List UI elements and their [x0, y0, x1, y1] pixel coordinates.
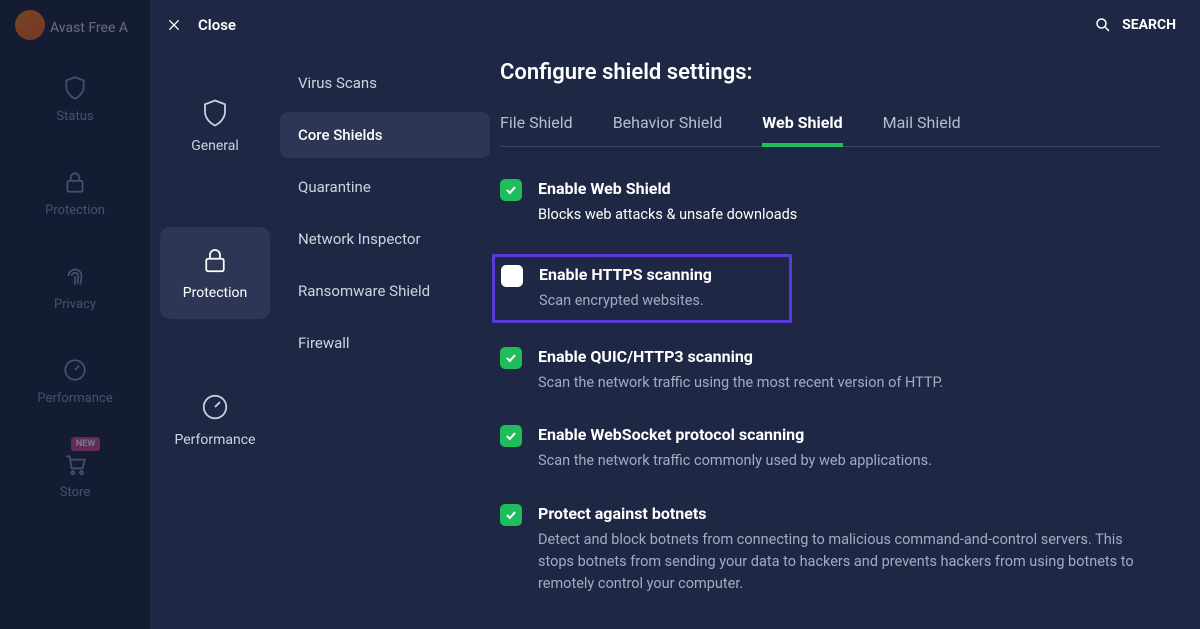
app-title: Avast Free A [50, 20, 128, 36]
option-enable-web-shield: Enable Web Shield Blocks web attacks & u… [500, 175, 1160, 230]
submenu-network-inspector[interactable]: Network Inspector [280, 216, 490, 262]
option-title: Enable HTTPS scanning [539, 265, 712, 284]
search-button[interactable]: SEARCH [1094, 16, 1176, 34]
check-icon [504, 508, 518, 522]
option-desc: Detect and block botnets from connecting… [538, 529, 1158, 594]
settings-content: Configure shield settings: File Shield B… [490, 0, 1200, 629]
nav-privacy[interactable]: Privacy [54, 263, 96, 312]
tab-file-shield[interactable]: File Shield [500, 113, 573, 146]
section-general[interactable]: General [160, 80, 270, 172]
nav-protection[interactable]: Protection [45, 169, 105, 218]
option-title: Enable Web Shield [538, 179, 797, 198]
search-icon [1094, 16, 1112, 34]
close-button[interactable]: Close [166, 16, 236, 34]
cart-icon [62, 451, 88, 477]
tab-mail-shield[interactable]: Mail Shield [883, 113, 961, 146]
submenu-quarantine[interactable]: Quarantine [280, 164, 490, 210]
settings-sections: General Protection Performance [150, 0, 280, 629]
gauge-icon [62, 357, 88, 383]
check-icon [504, 351, 518, 365]
option-desc: Scan the network traffic using the most … [538, 372, 943, 394]
close-icon [166, 17, 182, 33]
option-desc: Scan the network traffic commonly used b… [538, 450, 932, 472]
avast-logo-icon [15, 10, 45, 40]
option-title: Enable WebSocket protocol scanning [538, 425, 932, 444]
tab-web-shield[interactable]: Web Shield [762, 113, 842, 146]
option-botnets: Protect against botnets Detect and block… [500, 500, 1160, 598]
option-title: Enable QUIC/HTTP3 scanning [538, 347, 943, 366]
app-left-nav: Avast Free A Status Protection Privacy P… [0, 0, 150, 629]
lock-icon [62, 169, 88, 195]
fingerprint-icon [62, 263, 88, 289]
tab-behavior-shield[interactable]: Behavior Shield [613, 113, 723, 146]
option-desc: Blocks web attacks & unsafe downloads [538, 204, 797, 226]
protection-submenu: Virus Scans Core Shields Quarantine Netw… [280, 0, 490, 629]
shield-tabs: File Shield Behavior Shield Web Shield M… [500, 113, 1160, 147]
lock-icon [200, 245, 230, 275]
submenu-virus-scans[interactable]: Virus Scans [280, 60, 490, 106]
submenu-core-shields[interactable]: Core Shields [280, 112, 490, 158]
checkbox-enable-web-shield[interactable] [500, 179, 522, 201]
nav-status[interactable]: Status [56, 75, 93, 124]
shield-check-icon [62, 75, 88, 101]
checkbox-quic-scanning[interactable] [500, 347, 522, 369]
option-websocket-scanning: Enable WebSocket protocol scanning Scan … [500, 421, 1160, 476]
content-title: Configure shield settings: [500, 60, 1160, 85]
nav-store[interactable]: NEW Store [60, 451, 90, 500]
new-badge: NEW [71, 437, 100, 451]
checkbox-https-scanning[interactable] [501, 265, 523, 287]
section-protection[interactable]: Protection [160, 227, 270, 319]
checkbox-websocket-scanning[interactable] [500, 425, 522, 447]
nav-performance[interactable]: Performance [37, 357, 112, 406]
check-icon [504, 183, 518, 197]
submenu-firewall[interactable]: Firewall [280, 320, 490, 366]
app-header: Avast Free A [0, 10, 150, 45]
option-title: Protect against botnets [538, 504, 1158, 523]
shield-icon [200, 98, 230, 128]
gauge-icon [200, 392, 230, 422]
option-desc: Scan encrypted websites. [539, 290, 712, 312]
option-https-scanning: Enable HTTPS scanning Scan encrypted web… [492, 254, 792, 323]
section-performance[interactable]: Performance [160, 374, 270, 466]
submenu-ransomware-shield[interactable]: Ransomware Shield [280, 268, 490, 314]
checkbox-botnets[interactable] [500, 504, 522, 526]
settings-panel: Close SEARCH General Protection Performa… [150, 0, 1200, 629]
check-icon [504, 429, 518, 443]
option-quic-scanning: Enable QUIC/HTTP3 scanning Scan the netw… [500, 343, 1160, 398]
